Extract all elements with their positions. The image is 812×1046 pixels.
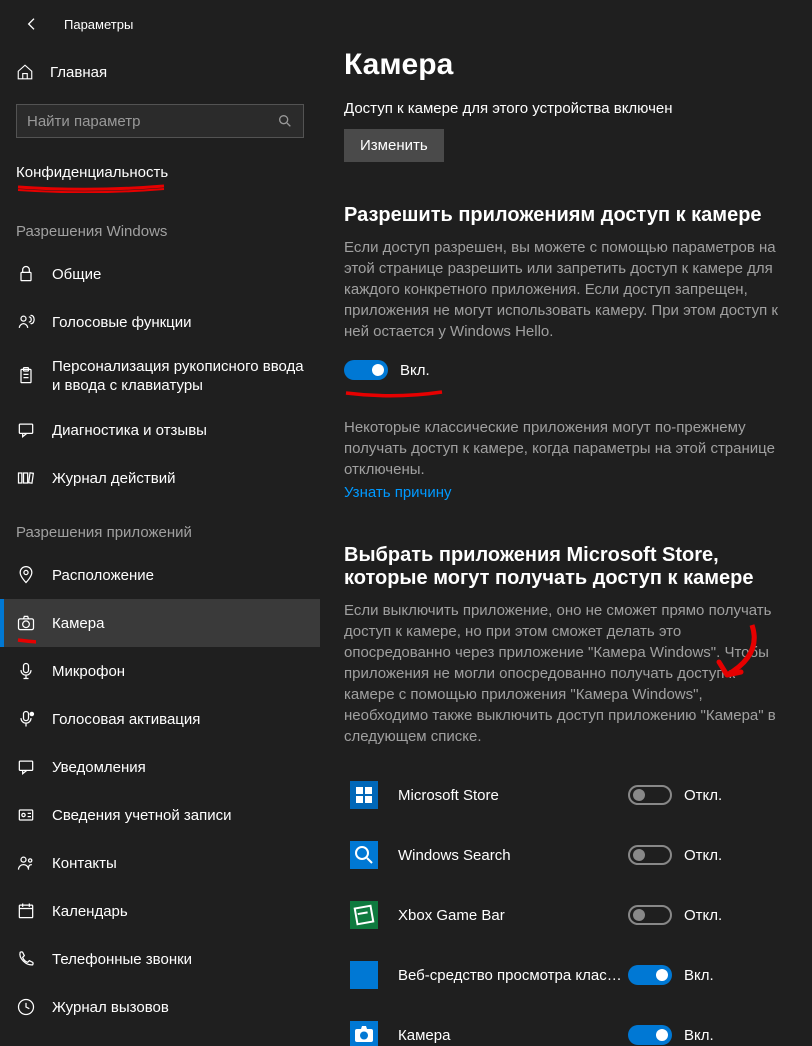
allow-apps-toggle[interactable] bbox=[344, 360, 388, 380]
app-icon bbox=[344, 895, 384, 935]
nav-call-history[interactable]: Журнал вызовов bbox=[0, 983, 320, 1031]
app-name: Windows Search bbox=[398, 847, 628, 864]
app-icon bbox=[344, 1015, 384, 1046]
window-title: Параметры bbox=[64, 17, 133, 32]
back-button[interactable] bbox=[16, 8, 48, 40]
app-icon bbox=[344, 955, 384, 995]
lock-icon bbox=[16, 264, 36, 284]
voice-activation-icon bbox=[16, 709, 36, 729]
nav-notifications[interactable]: Уведомления bbox=[0, 743, 320, 791]
device-status-text: Доступ к камере для этого устройства вкл… bbox=[344, 100, 788, 117]
nav-contacts[interactable]: Контакты bbox=[0, 839, 320, 887]
app-toggle-state: Откл. bbox=[684, 787, 722, 804]
app-name: Веб-средство просмотра классиче… bbox=[398, 967, 628, 984]
red-underline-annotation bbox=[16, 183, 166, 193]
voice-icon bbox=[16, 312, 36, 332]
nav-home[interactable]: Главная bbox=[0, 48, 320, 96]
app-row: Microsoft Store Откл. bbox=[344, 765, 788, 825]
classic-apps-note: Некоторые классические приложения могут … bbox=[344, 417, 788, 480]
learn-more-link[interactable]: Узнать причину bbox=[344, 484, 452, 501]
call-history-icon bbox=[16, 997, 36, 1017]
app-toggle[interactable] bbox=[628, 1025, 672, 1045]
nav-phone-calls[interactable]: Телефонные звонки bbox=[0, 935, 320, 983]
nav-home-label: Главная bbox=[50, 64, 107, 81]
store-apps-desc: Если выключить приложение, оно не сможет… bbox=[344, 600, 788, 747]
nav-history[interactable]: Журнал действий bbox=[0, 454, 320, 502]
allow-apps-title: Разрешить приложениям доступ к камере bbox=[344, 204, 788, 227]
contacts-icon bbox=[16, 853, 36, 873]
nav-voice[interactable]: Голосовые функции bbox=[0, 298, 320, 346]
nav-account-info[interactable]: Сведения учетной записи bbox=[0, 791, 320, 839]
notifications-icon bbox=[16, 757, 36, 777]
app-row: Камера Вкл. bbox=[344, 1005, 788, 1046]
search-input[interactable]: Найти параметр bbox=[16, 104, 304, 138]
allow-apps-toggle-state: Вкл. bbox=[400, 362, 430, 379]
red-underline-annotation bbox=[16, 635, 36, 655]
app-icon bbox=[344, 775, 384, 815]
app-name: Xbox Game Bar bbox=[398, 907, 628, 924]
app-toggle[interactable] bbox=[628, 905, 672, 925]
search-icon bbox=[277, 113, 293, 129]
nav-voice-activation[interactable]: Голосовая активация bbox=[0, 695, 320, 743]
history-icon bbox=[16, 468, 36, 488]
clipboard-icon bbox=[16, 366, 36, 386]
account-icon bbox=[16, 805, 36, 825]
app-toggle-state: Вкл. bbox=[684, 1027, 714, 1044]
search-placeholder: Найти параметр bbox=[27, 113, 141, 130]
app-row: Веб-средство просмотра классиче… Вкл. bbox=[344, 945, 788, 1005]
app-name: Камера bbox=[398, 1027, 628, 1044]
nav-camera[interactable]: Камера bbox=[0, 599, 320, 647]
nav-calendar[interactable]: Календарь bbox=[0, 887, 320, 935]
page-title: Камера bbox=[344, 48, 788, 82]
camera-icon bbox=[16, 613, 36, 633]
change-button[interactable]: Изменить bbox=[344, 129, 444, 162]
app-toggle-state: Откл. bbox=[684, 907, 722, 924]
store-apps-title: Выбрать приложения Microsoft Store, кото… bbox=[344, 544, 788, 590]
allow-apps-desc: Если доступ разрешен, вы можете с помощь… bbox=[344, 237, 788, 342]
nav-diagnostics[interactable]: Диагностика и отзывы bbox=[0, 406, 320, 454]
feedback-icon bbox=[16, 420, 36, 440]
group-app-permissions: Разрешения приложений bbox=[0, 502, 320, 551]
app-icon bbox=[344, 835, 384, 875]
privacy-heading: Конфиденциальность bbox=[0, 150, 320, 201]
app-row: Windows Search Откл. bbox=[344, 825, 788, 885]
location-icon bbox=[16, 565, 36, 585]
nav-location[interactable]: Расположение bbox=[0, 551, 320, 599]
app-toggle[interactable] bbox=[628, 845, 672, 865]
nav-general[interactable]: Общие bbox=[0, 250, 320, 298]
app-toggle[interactable] bbox=[628, 785, 672, 805]
red-underline-annotation bbox=[344, 388, 444, 400]
app-row: Xbox Game Bar Откл. bbox=[344, 885, 788, 945]
nav-microphone[interactable]: Микрофон bbox=[0, 647, 320, 695]
calendar-icon bbox=[16, 901, 36, 921]
group-windows-permissions: Разрешения Windows bbox=[0, 201, 320, 250]
nav-inking[interactable]: Персонализация рукописного ввода и ввода… bbox=[0, 346, 320, 406]
app-toggle-state: Вкл. bbox=[684, 967, 714, 984]
app-name: Microsoft Store bbox=[398, 787, 628, 804]
app-toggle-state: Откл. bbox=[684, 847, 722, 864]
phone-icon bbox=[16, 949, 36, 969]
home-icon bbox=[16, 63, 34, 81]
microphone-icon bbox=[16, 661, 36, 681]
app-toggle[interactable] bbox=[628, 965, 672, 985]
